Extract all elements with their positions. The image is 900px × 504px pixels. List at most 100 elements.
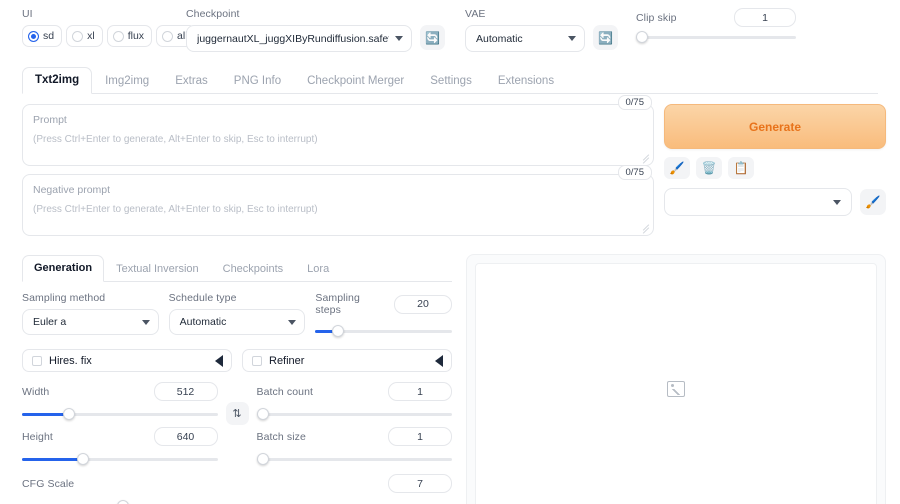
batch-size-value: 1 xyxy=(417,431,423,443)
batch-count-slider[interactable] xyxy=(257,407,453,421)
sampling-steps-control: Sampling steps 20 xyxy=(315,292,452,338)
refiner-checkbox[interactable] xyxy=(252,356,262,366)
vae-group: VAE Automatic xyxy=(465,8,585,52)
main-tab-bar[interactable]: Txt2img Img2img Extras PNG Info Checkpoi… xyxy=(22,66,878,94)
sub-tab-generation[interactable]: Generation xyxy=(22,255,104,282)
negative-prompt-placeholder-label: Negative prompt xyxy=(33,184,643,196)
sub-tab-checkpoints[interactable]: Checkpoints xyxy=(211,256,296,282)
output-gallery[interactable] xyxy=(475,263,877,504)
slider-knob[interactable] xyxy=(257,453,269,465)
batch-count-value: 1 xyxy=(417,386,423,398)
swap-dimensions-button[interactable]: ⇅ xyxy=(226,402,249,425)
vae-label: VAE xyxy=(465,8,585,20)
chevron-down-icon xyxy=(568,36,576,41)
dimensions-row: Width 512 Height 640 xyxy=(22,382,452,466)
checkpoint-refresh-button[interactable]: 🔄 xyxy=(420,25,445,50)
batch-count-input[interactable]: 1 xyxy=(388,382,452,401)
sub-tab-textual-inversion[interactable]: Textual Inversion xyxy=(104,256,211,282)
prompt-region: 0/75 Prompt (Press Ctrl+Enter to generat… xyxy=(0,94,900,244)
sampling-steps-label: Sampling steps xyxy=(315,292,386,316)
slider-knob[interactable] xyxy=(63,408,75,420)
ui-radio-xl-label: xl xyxy=(87,30,95,42)
sub-tab-lora[interactable]: Lora xyxy=(295,256,341,282)
schedule-type-label: Schedule type xyxy=(169,292,306,304)
width-input[interactable]: 512 xyxy=(154,382,218,401)
clip-skip-group: Clip skip 1 xyxy=(636,8,796,44)
prompt-input[interactable]: Prompt (Press Ctrl+Enter to generate, Al… xyxy=(22,104,654,166)
slider-track xyxy=(257,413,453,416)
sampling-steps-input[interactable]: 20 xyxy=(394,295,452,314)
slider-knob[interactable] xyxy=(332,325,344,337)
paste-params-button[interactable]: 📋 xyxy=(728,157,754,179)
cfg-scale-input[interactable]: 7 xyxy=(388,474,452,493)
edit-styles-button[interactable]: 🖌️ xyxy=(860,189,886,215)
slider-fill xyxy=(22,413,67,416)
slider-knob[interactable] xyxy=(77,453,89,465)
tab-txt2img[interactable]: Txt2img xyxy=(22,67,92,94)
batch-sliders: Batch count 1 Batch size 1 xyxy=(257,382,453,466)
checkpoint-group: Checkpoint juggernautXL_juggXIByRundiffu… xyxy=(186,8,412,52)
ui-radio-sd[interactable]: sd xyxy=(22,25,62,47)
width-slider[interactable] xyxy=(22,407,218,421)
generation-sub-tab-bar[interactable]: Generation Textual Inversion Checkpoints… xyxy=(22,254,452,282)
ui-radio-xl[interactable]: xl xyxy=(66,25,103,47)
batch-count-label: Batch count xyxy=(257,386,314,398)
clear-prompt-button[interactable]: 🗑️ xyxy=(696,157,722,179)
resize-grip-icon[interactable] xyxy=(642,155,650,163)
prompt-column: 0/75 Prompt (Press Ctrl+Enter to generat… xyxy=(22,104,654,244)
tab-settings[interactable]: Settings xyxy=(417,68,485,94)
prompt-wrapper: 0/75 Prompt (Press Ctrl+Enter to generat… xyxy=(22,104,654,166)
chevron-down-icon xyxy=(395,36,403,41)
height-slider[interactable] xyxy=(22,452,218,466)
cfg-scale-slider[interactable] xyxy=(22,499,452,504)
tab-extras[interactable]: Extras xyxy=(162,68,221,94)
styles-select[interactable] xyxy=(664,188,852,216)
width-value: 512 xyxy=(177,386,195,398)
generate-column: Generate 🖌️ 🗑️ 📋 🖌️ xyxy=(664,104,886,244)
schedule-type-control: Schedule type Automatic xyxy=(169,292,306,338)
refiner-accordion[interactable]: Refiner xyxy=(242,349,452,372)
vae-refresh-button[interactable]: 🔄 xyxy=(593,25,618,50)
hires-fix-accordion[interactable]: Hires. fix xyxy=(22,349,232,372)
batch-size-slider[interactable] xyxy=(257,452,453,466)
slider-fill xyxy=(22,458,81,461)
tab-extensions[interactable]: Extensions xyxy=(485,68,567,94)
height-input[interactable]: 640 xyxy=(154,427,218,446)
tab-checkpoint-merger[interactable]: Checkpoint Merger xyxy=(294,68,417,94)
cfg-scale-head: CFG Scale 7 xyxy=(22,474,452,493)
vae-select[interactable]: Automatic xyxy=(465,25,585,52)
batch-size-input[interactable]: 1 xyxy=(388,427,452,446)
width-head: Width 512 xyxy=(22,382,218,401)
tab-png-info[interactable]: PNG Info xyxy=(221,68,294,94)
output-panel: 📂 💾 🗃️ 🖼️ 🎨 📐 ✨ xyxy=(466,254,886,504)
radio-dot-icon xyxy=(162,31,173,42)
ui-radio-flux[interactable]: flux xyxy=(107,25,152,47)
slider-track xyxy=(636,36,796,39)
slider-knob[interactable] xyxy=(636,31,648,43)
checkpoint-select[interactable]: juggernautXL_juggXIByRundiffusion.safete… xyxy=(186,25,412,52)
chevron-down-icon xyxy=(288,320,296,325)
restore-progress-button[interactable]: 🖌️ xyxy=(664,157,690,179)
batch-size-head: Batch size 1 xyxy=(257,427,453,446)
generate-action-buttons: 🖌️ 🗑️ 📋 xyxy=(664,157,886,179)
image-placeholder-icon xyxy=(667,381,685,397)
ui-radio-group[interactable]: sd xl flux all xyxy=(22,25,172,47)
tab-img2img[interactable]: Img2img xyxy=(92,68,162,94)
chevron-left-icon xyxy=(435,355,443,367)
clip-skip-input[interactable]: 1 xyxy=(734,8,796,27)
ui-label: UI xyxy=(22,8,172,20)
clip-skip-slider[interactable] xyxy=(636,30,796,44)
generate-button[interactable]: Generate xyxy=(664,104,886,149)
slider-knob[interactable] xyxy=(257,408,269,420)
sampler-row: Sampling method Euler a Schedule type Au… xyxy=(22,292,452,338)
refiner-label: Refiner xyxy=(269,355,428,367)
ui-mode-group: UI sd xl flux all xyxy=(22,8,172,47)
hires-fix-checkbox[interactable] xyxy=(32,356,42,366)
slider-knob[interactable] xyxy=(117,500,129,504)
top-settings-bar: UI sd xl flux all xyxy=(0,0,900,52)
negative-prompt-input[interactable]: Negative prompt (Press Ctrl+Enter to gen… xyxy=(22,174,654,236)
sampling-steps-slider[interactable] xyxy=(315,324,452,338)
sampling-method-select[interactable]: Euler a xyxy=(22,309,159,335)
resize-grip-icon[interactable] xyxy=(642,225,650,233)
schedule-type-select[interactable]: Automatic xyxy=(169,309,306,335)
